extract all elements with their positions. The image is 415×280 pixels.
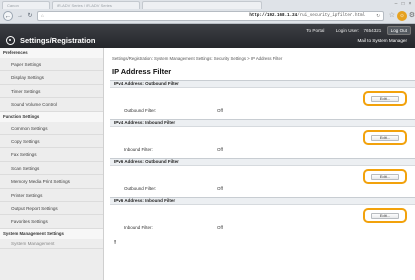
mail-to-system-manager-link[interactable]: Mail to System Manager (357, 37, 407, 45)
section-body: Edit... Outbound Filter: Off (110, 87, 415, 117)
to-portal-link[interactable]: To Portal (306, 28, 324, 33)
app-header: To Portal Login User: 7654321 Log Out Se… (0, 24, 415, 48)
section-body: Edit... Inbound Filter: Off (110, 126, 415, 156)
filter-value: Off (217, 146, 223, 152)
section-ipv4-outbound: IPv4 Address: Outbound Filter Edit... Ou… (110, 80, 415, 117)
sidebar-section-preferences: Preferences (0, 48, 103, 58)
section-ipv6-inbound: IPv6 Address: Inbound Filter Edit... Inb… (110, 197, 415, 234)
top-links: To Portal Login User: 7654321 Log Out (296, 26, 411, 35)
settings-logo-icon (6, 36, 15, 45)
edit-button-highlight: Edit... (363, 207, 407, 223)
filter-label: Outbound Filter: (124, 107, 157, 113)
sidebar-item-scan-settings[interactable]: Scan Settings (0, 162, 103, 176)
sidebar-item-system-management[interactable]: System Management (0, 239, 103, 249)
filter-label: Inbound Filter: (124, 146, 153, 152)
filter-label: Outbound Filter: (124, 185, 157, 191)
main-content: Settings/Registration: System Management… (110, 48, 415, 280)
edit-button-highlight: Edit... (363, 168, 407, 184)
app-title: Settings/Registration (20, 36, 96, 45)
sidebar-item-display-settings[interactable]: Display Settings (0, 71, 103, 85)
filter-value: Off (217, 224, 223, 230)
edit-ipv4-outbound-button[interactable]: Edit... (371, 95, 399, 102)
back-to-top-icon[interactable]: ⭱ (114, 238, 116, 248)
filter-value: Off (217, 185, 223, 191)
sidebar-item-memory-media-print[interactable]: Memory Media Print Settings (0, 175, 103, 189)
breadcrumb: Settings/Registration: System Management… (112, 56, 283, 61)
browser-tab-1[interactable]: Canon (2, 1, 50, 9)
login-user-value: 7654321 (363, 28, 382, 33)
navigation-row: ← → ↻ ⌂ http://192.168.1.24/rui_security… (0, 10, 415, 23)
browser-toolbar: Canon iR-ADV Series / iR-ADV Series ‒ □ … (0, 0, 415, 24)
filter-value: Off (217, 107, 223, 113)
back-button[interactable]: ← (3, 11, 13, 21)
edit-ipv6-inbound-button[interactable]: Edit... (371, 212, 399, 219)
edit-ipv6-outbound-button[interactable]: Edit... (371, 173, 399, 180)
section-header: IPv4 Address: Outbound Filter (110, 80, 415, 88)
section-header: IPv4 Address: Inbound Filter (110, 119, 415, 127)
sidebar-item-printer-settings[interactable]: Printer Settings (0, 189, 103, 202)
filter-label: Inbound Filter: (124, 224, 153, 230)
refresh-icon[interactable]: ↻ (376, 12, 380, 20)
sidebar-item-sound-volume[interactable]: Sound Volume Control (0, 98, 103, 112)
url-path: /rui_security_ipfilter.html (297, 14, 365, 18)
sidebar-item-favorites[interactable]: Favorites Settings (0, 215, 103, 229)
browser-tab-2[interactable]: iR-ADV Series / iR-ADV Series (52, 1, 140, 9)
close-icon[interactable]: × (407, 1, 413, 7)
tab-strip: Canon iR-ADV Series / iR-ADV Series ‒ □ … (2, 0, 413, 9)
sidebar-section-function: Function Settings (0, 111, 103, 122)
sidebar: Preferences Paper Settings Display Setti… (0, 48, 104, 280)
minimize-icon[interactable]: ‒ (393, 1, 399, 7)
sidebar-item-fax-settings[interactable]: Fax Settings (0, 148, 103, 162)
sidebar-item-paper-settings[interactable]: Paper Settings (0, 58, 103, 72)
forward-button[interactable]: → (15, 11, 25, 21)
page-title: IP Address Filter (112, 67, 172, 76)
section-header: IPv6 Address: Outbound Filter (110, 158, 415, 166)
section-ipv6-outbound: IPv6 Address: Outbound Filter Edit... Ou… (110, 158, 415, 195)
section-ipv4-inbound: IPv4 Address: Inbound Filter Edit... Inb… (110, 119, 415, 156)
sidebar-section-system: System Management Settings (0, 228, 103, 239)
browser-tab-3[interactable] (142, 1, 262, 9)
logout-button[interactable]: Log Out (386, 26, 411, 35)
favorite-star-icon[interactable]: ☆ (389, 11, 395, 21)
sidebar-item-copy-settings[interactable]: Copy Settings (0, 135, 103, 149)
section-body: Edit... Outbound Filter: Off (110, 165, 415, 195)
maximize-icon[interactable]: □ (400, 1, 406, 7)
sidebar-item-timer-settings[interactable]: Timer Settings (0, 85, 103, 99)
edit-button-highlight: Edit... (363, 129, 407, 145)
url-host: http://192.168.1.24 (249, 14, 298, 18)
login-user-label: Login User: (335, 28, 360, 33)
reload-icon[interactable]: ↻ (25, 11, 35, 21)
url-text: http://192.168.1.24/rui_security_ipfilte… (249, 12, 365, 20)
gear-icon[interactable]: ⚙ (409, 11, 415, 21)
sidebar-item-output-report[interactable]: Output Report Settings (0, 202, 103, 216)
edit-button-highlight: Edit... (363, 90, 407, 106)
section-body: Edit... Inbound Filter: Off (110, 204, 415, 234)
address-bar[interactable]: ⌂ http://192.168.1.24/rui_security_ipfil… (37, 11, 384, 21)
edit-ipv4-inbound-button[interactable]: Edit... (371, 134, 399, 141)
section-header: IPv6 Address: Inbound Filter (110, 197, 415, 205)
sidebar-item-common-settings[interactable]: Common Settings (0, 122, 103, 135)
page-icon: ⌂ (41, 13, 44, 18)
smiley-icon[interactable]: ☼ (397, 11, 407, 21)
